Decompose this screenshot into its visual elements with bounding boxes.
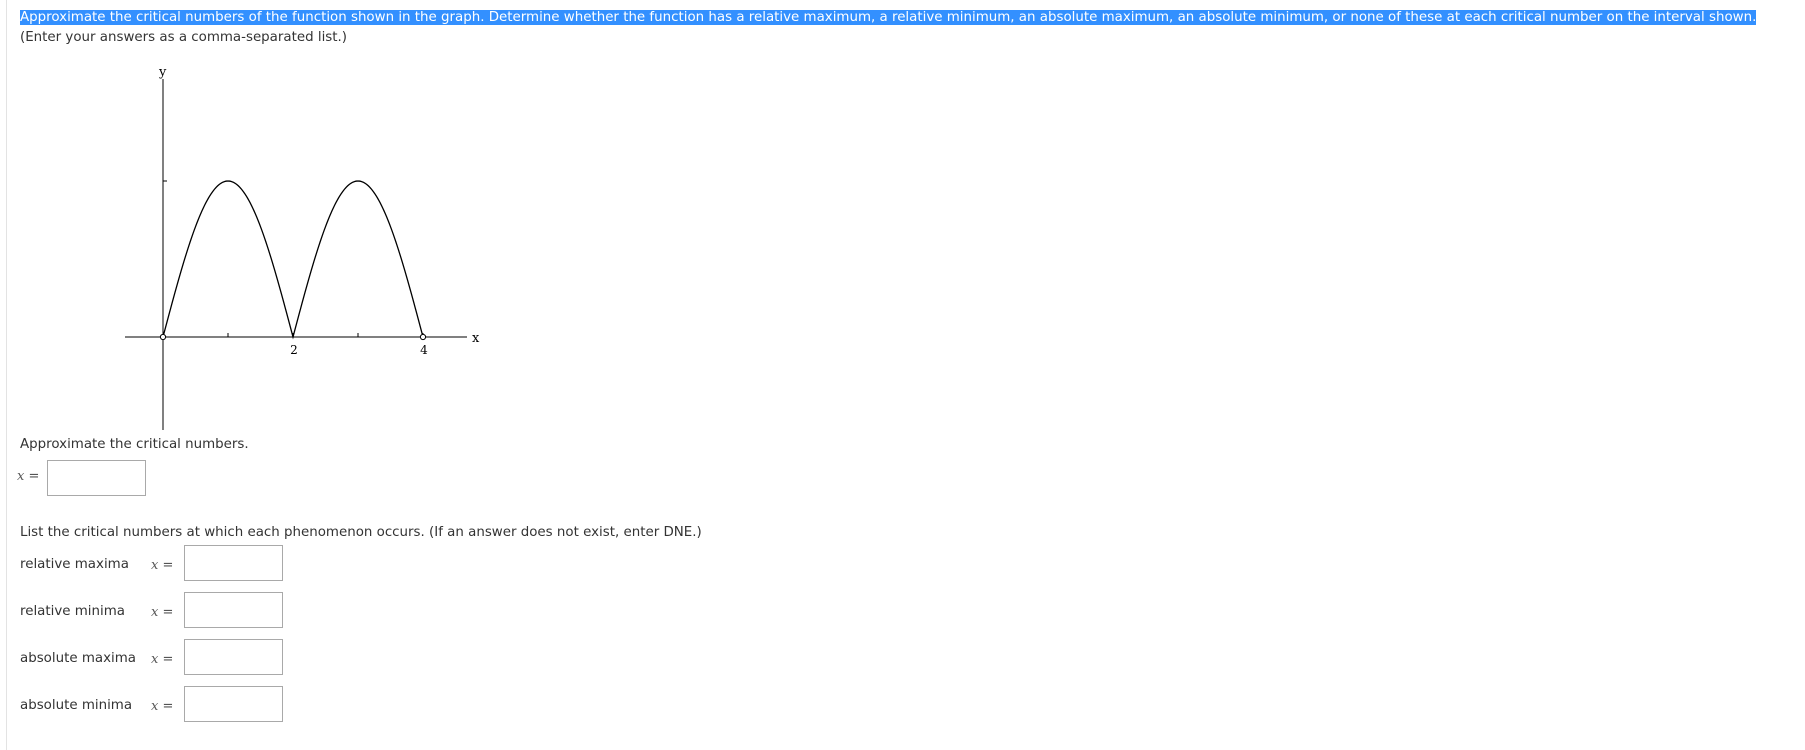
relative-maxima-x-label: x =: [151, 558, 173, 573]
absolute-minima-input[interactable]: [184, 686, 283, 722]
relative-minima-label: relative minima: [20, 604, 125, 619]
open-endpoint: [159, 333, 167, 341]
x-ticks: [227, 333, 424, 337]
left-border: [6, 0, 7, 750]
x-tick-label-4: 4: [420, 343, 428, 357]
critical-numbers-input[interactable]: [47, 460, 146, 496]
critical-x-label: x =: [17, 469, 39, 484]
question-text: Approximate the critical numbers of the …: [20, 8, 1795, 47]
y-axis-label: y: [158, 65, 167, 80]
critical-numbers-prompt: Approximate the critical numbers.: [20, 437, 249, 452]
critical-x-var: x: [17, 469, 25, 484]
absolute-maxima-label: absolute maxima: [20, 651, 136, 666]
selected-question-text[interactable]: Approximate the critical numbers of the …: [20, 10, 1757, 25]
relative-minima-x-var: x: [151, 605, 159, 620]
question-instructions: (Enter your answers as a comma-separated…: [20, 29, 347, 45]
relative-maxima-x-var: x: [151, 558, 159, 573]
function-curve: [162, 180, 424, 340]
relative-maxima-input[interactable]: [184, 545, 283, 581]
absolute-minima-label: absolute minima: [20, 698, 133, 713]
phenomena-prompt: List the critical numbers at which each …: [20, 525, 702, 540]
x-axis-label: x: [472, 331, 480, 346]
axes: [125, 79, 467, 430]
relative-maxima-label: relative maxima: [20, 557, 129, 572]
absolute-maxima-eq: =: [162, 652, 174, 667]
x-tick-label-2: 2: [290, 343, 298, 357]
relative-minima-eq: =: [162, 605, 174, 620]
function-graph: y x 2 4: [110, 62, 490, 436]
absolute-minima-x-var: x: [151, 699, 159, 714]
absolute-maxima-input[interactable]: [184, 639, 283, 675]
absolute-maxima-x-var: x: [151, 652, 159, 667]
relative-minima-x-label: x =: [151, 605, 173, 620]
critical-eq: =: [28, 469, 40, 484]
absolute-minima-x-label: x =: [151, 699, 173, 714]
open-endpoint: [419, 333, 427, 341]
absolute-maxima-x-label: x =: [151, 652, 173, 667]
graph-svg: y x 2 4: [125, 65, 480, 430]
relative-minima-input[interactable]: [184, 592, 283, 628]
relative-maxima-eq: =: [162, 558, 174, 573]
absolute-minima-eq: =: [162, 699, 174, 714]
